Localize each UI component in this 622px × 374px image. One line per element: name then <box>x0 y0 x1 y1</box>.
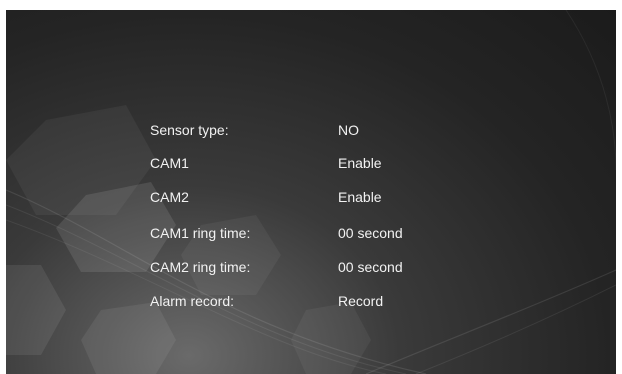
setting-row-cam2[interactable]: CAM2 Enable <box>142 185 542 209</box>
setting-row-cam1-ring-time[interactable]: CAM1 ring time: 00 second <box>142 221 542 245</box>
setting-value[interactable]: 00 second <box>338 221 403 245</box>
setting-row-alarm-record[interactable]: Alarm record: Record <box>142 289 542 313</box>
setting-value[interactable]: NO <box>338 118 359 142</box>
setting-row-sensor-type[interactable]: Sensor type: NO <box>142 118 542 142</box>
alarm-settings-screen: Sensor type: NO CAM1 Enable CAM2 Enable … <box>6 10 616 374</box>
setting-value[interactable]: Enable <box>338 185 382 209</box>
setting-label: CAM2 <box>150 189 189 205</box>
setting-label: Sensor type: <box>150 122 229 138</box>
setting-label: CAM1 ring time: <box>150 225 251 241</box>
setting-label: CAM1 <box>150 155 189 171</box>
settings-list: Sensor type: NO CAM1 Enable CAM2 Enable … <box>6 10 616 374</box>
setting-row-cam2-ring-time[interactable]: CAM2 ring time: 00 second <box>142 255 542 279</box>
setting-row-cam1[interactable]: CAM1 Enable <box>142 151 542 175</box>
setting-label: CAM2 ring time: <box>150 259 251 275</box>
setting-value[interactable]: 00 second <box>338 255 403 279</box>
setting-value[interactable]: Record <box>338 289 383 313</box>
setting-label: Alarm record: <box>150 293 235 309</box>
setting-value[interactable]: Enable <box>338 151 382 175</box>
